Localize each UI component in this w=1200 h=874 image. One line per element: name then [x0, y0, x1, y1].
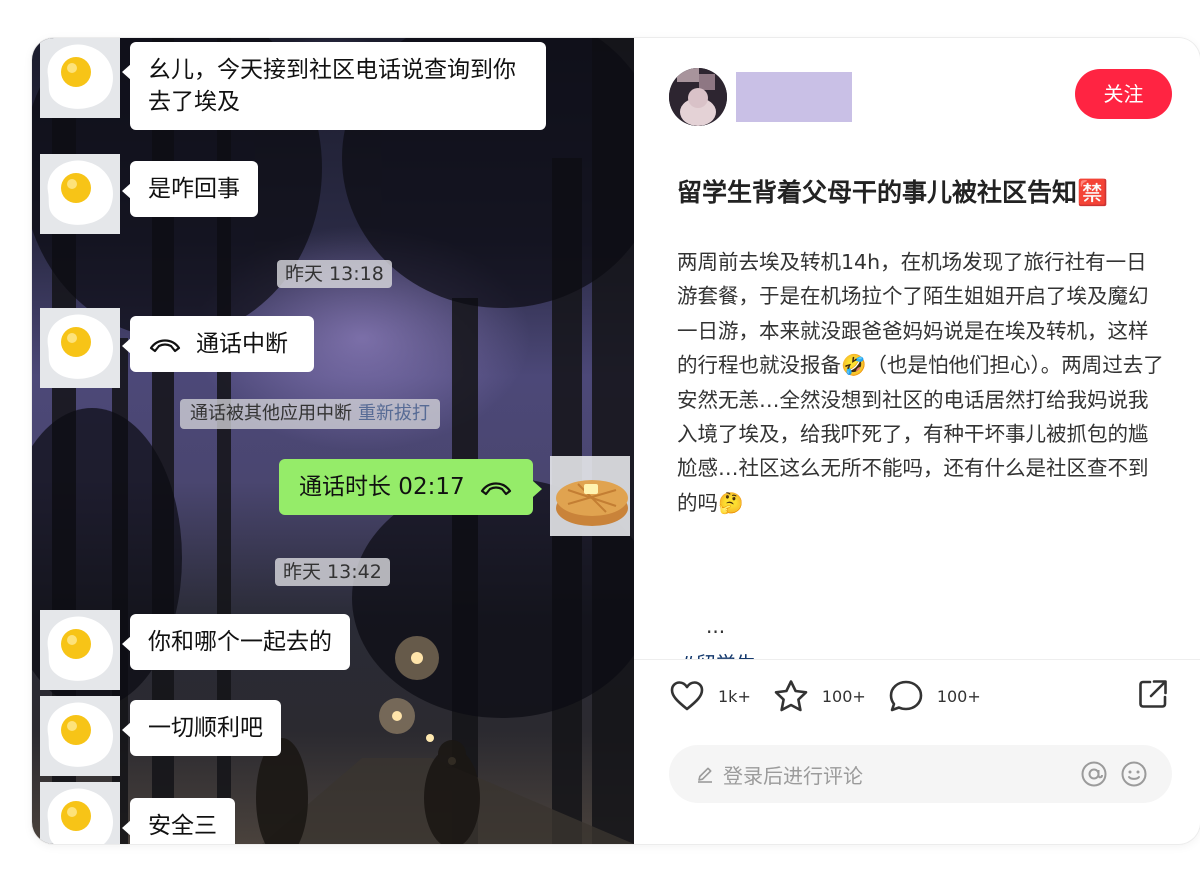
contact-avatar[interactable]	[40, 610, 120, 690]
author-avatar[interactable]	[669, 68, 727, 126]
message-bubble[interactable]: 一切顺利吧	[122, 700, 281, 756]
author-name-redacted[interactable]	[736, 72, 852, 122]
contact-avatar[interactable]	[40, 38, 120, 118]
post-body: 两周前去埃及转机14h，在机场发现了旅行社有一日游套餐，于是在机场拉个了陌生姐姐…	[677, 250, 1164, 515]
avatar-image	[669, 68, 727, 126]
share-icon	[1139, 680, 1167, 708]
divider	[634, 659, 1200, 660]
message-text: 安全三	[148, 813, 217, 839]
at-icon[interactable]	[1080, 760, 1108, 788]
heart-icon	[670, 681, 704, 711]
system-notice: 通话被其他应用中断 重新拔打	[180, 399, 440, 429]
contact-avatar[interactable]	[40, 782, 120, 844]
call-interrupted-bubble[interactable]: 通话中断	[122, 316, 314, 372]
contact-avatar[interactable]	[40, 308, 120, 388]
phone-hangup-icon	[149, 338, 181, 352]
expand-ellipsis[interactable]: ...	[706, 614, 725, 638]
message-text: 通话中断	[196, 331, 288, 357]
message-bubble[interactable]: 是咋回事	[122, 161, 258, 217]
comment-input[interactable]: 登录后进行评论	[669, 745, 1172, 803]
pen-icon	[698, 767, 712, 783]
timestamp: 昨天 13:18	[277, 260, 392, 288]
redial-link[interactable]: 重新拔打	[358, 403, 430, 424]
comment-icon	[889, 680, 923, 712]
timestamp: 昨天 13:42	[275, 558, 390, 586]
message-text: 幺儿，今天接到社区电话说查询到你去了埃及	[148, 57, 516, 115]
self-avatar[interactable]	[550, 456, 630, 536]
message-text: 是咋回事	[148, 176, 240, 202]
message-bubble[interactable]: 安全三	[122, 798, 235, 844]
comment-placeholder: 登录后进行评论	[723, 763, 863, 788]
message-text: 一切顺利吧	[148, 715, 263, 741]
action-bar: 1k+ 100+ 100+	[669, 676, 1003, 716]
collect-count: 100+	[821, 686, 866, 706]
call-duration-bubble[interactable]: 通话时长 02:17	[279, 459, 542, 515]
comment-count: 100+	[936, 686, 981, 706]
post-title: 留学生背着父母干的事儿被社区告知🈲	[677, 178, 1109, 207]
like-button[interactable]: 1k+	[669, 680, 751, 712]
post-panel: 关注 留学生背着父母干的事儿被社区告知🈲 两周前去埃及转机14h，在机场发现了旅…	[634, 38, 1200, 844]
post-image[interactable]: 幺儿，今天接到社区电话说查询到你去了埃及 是咋回事 昨天 13:18 通话中断 …	[32, 38, 634, 844]
follow-button[interactable]: 关注	[1075, 69, 1172, 119]
share-button[interactable]	[1136, 677, 1170, 715]
like-count: 1k+	[718, 686, 751, 706]
contact-avatar[interactable]	[40, 696, 120, 776]
comment-button[interactable]: 100+	[888, 679, 981, 713]
emoji-icon[interactable]	[1120, 760, 1148, 788]
star-icon	[774, 680, 808, 712]
contact-avatar[interactable]	[40, 154, 120, 234]
system-notice-text: 通话被其他应用中断	[190, 403, 352, 424]
message-text: 通话时长 02:17	[299, 474, 465, 500]
message-bubble[interactable]: 你和哪个一起去的	[122, 614, 350, 670]
post-card: 幺儿，今天接到社区电话说查询到你去了埃及 是咋回事 昨天 13:18 通话中断 …	[32, 38, 1200, 844]
message-text: 你和哪个一起去的	[148, 629, 332, 655]
phone-hangup-icon	[480, 481, 511, 495]
message-bubble[interactable]: 幺儿，今天接到社区电话说查询到你去了埃及	[122, 42, 546, 130]
collect-button[interactable]: 100+	[773, 679, 866, 713]
